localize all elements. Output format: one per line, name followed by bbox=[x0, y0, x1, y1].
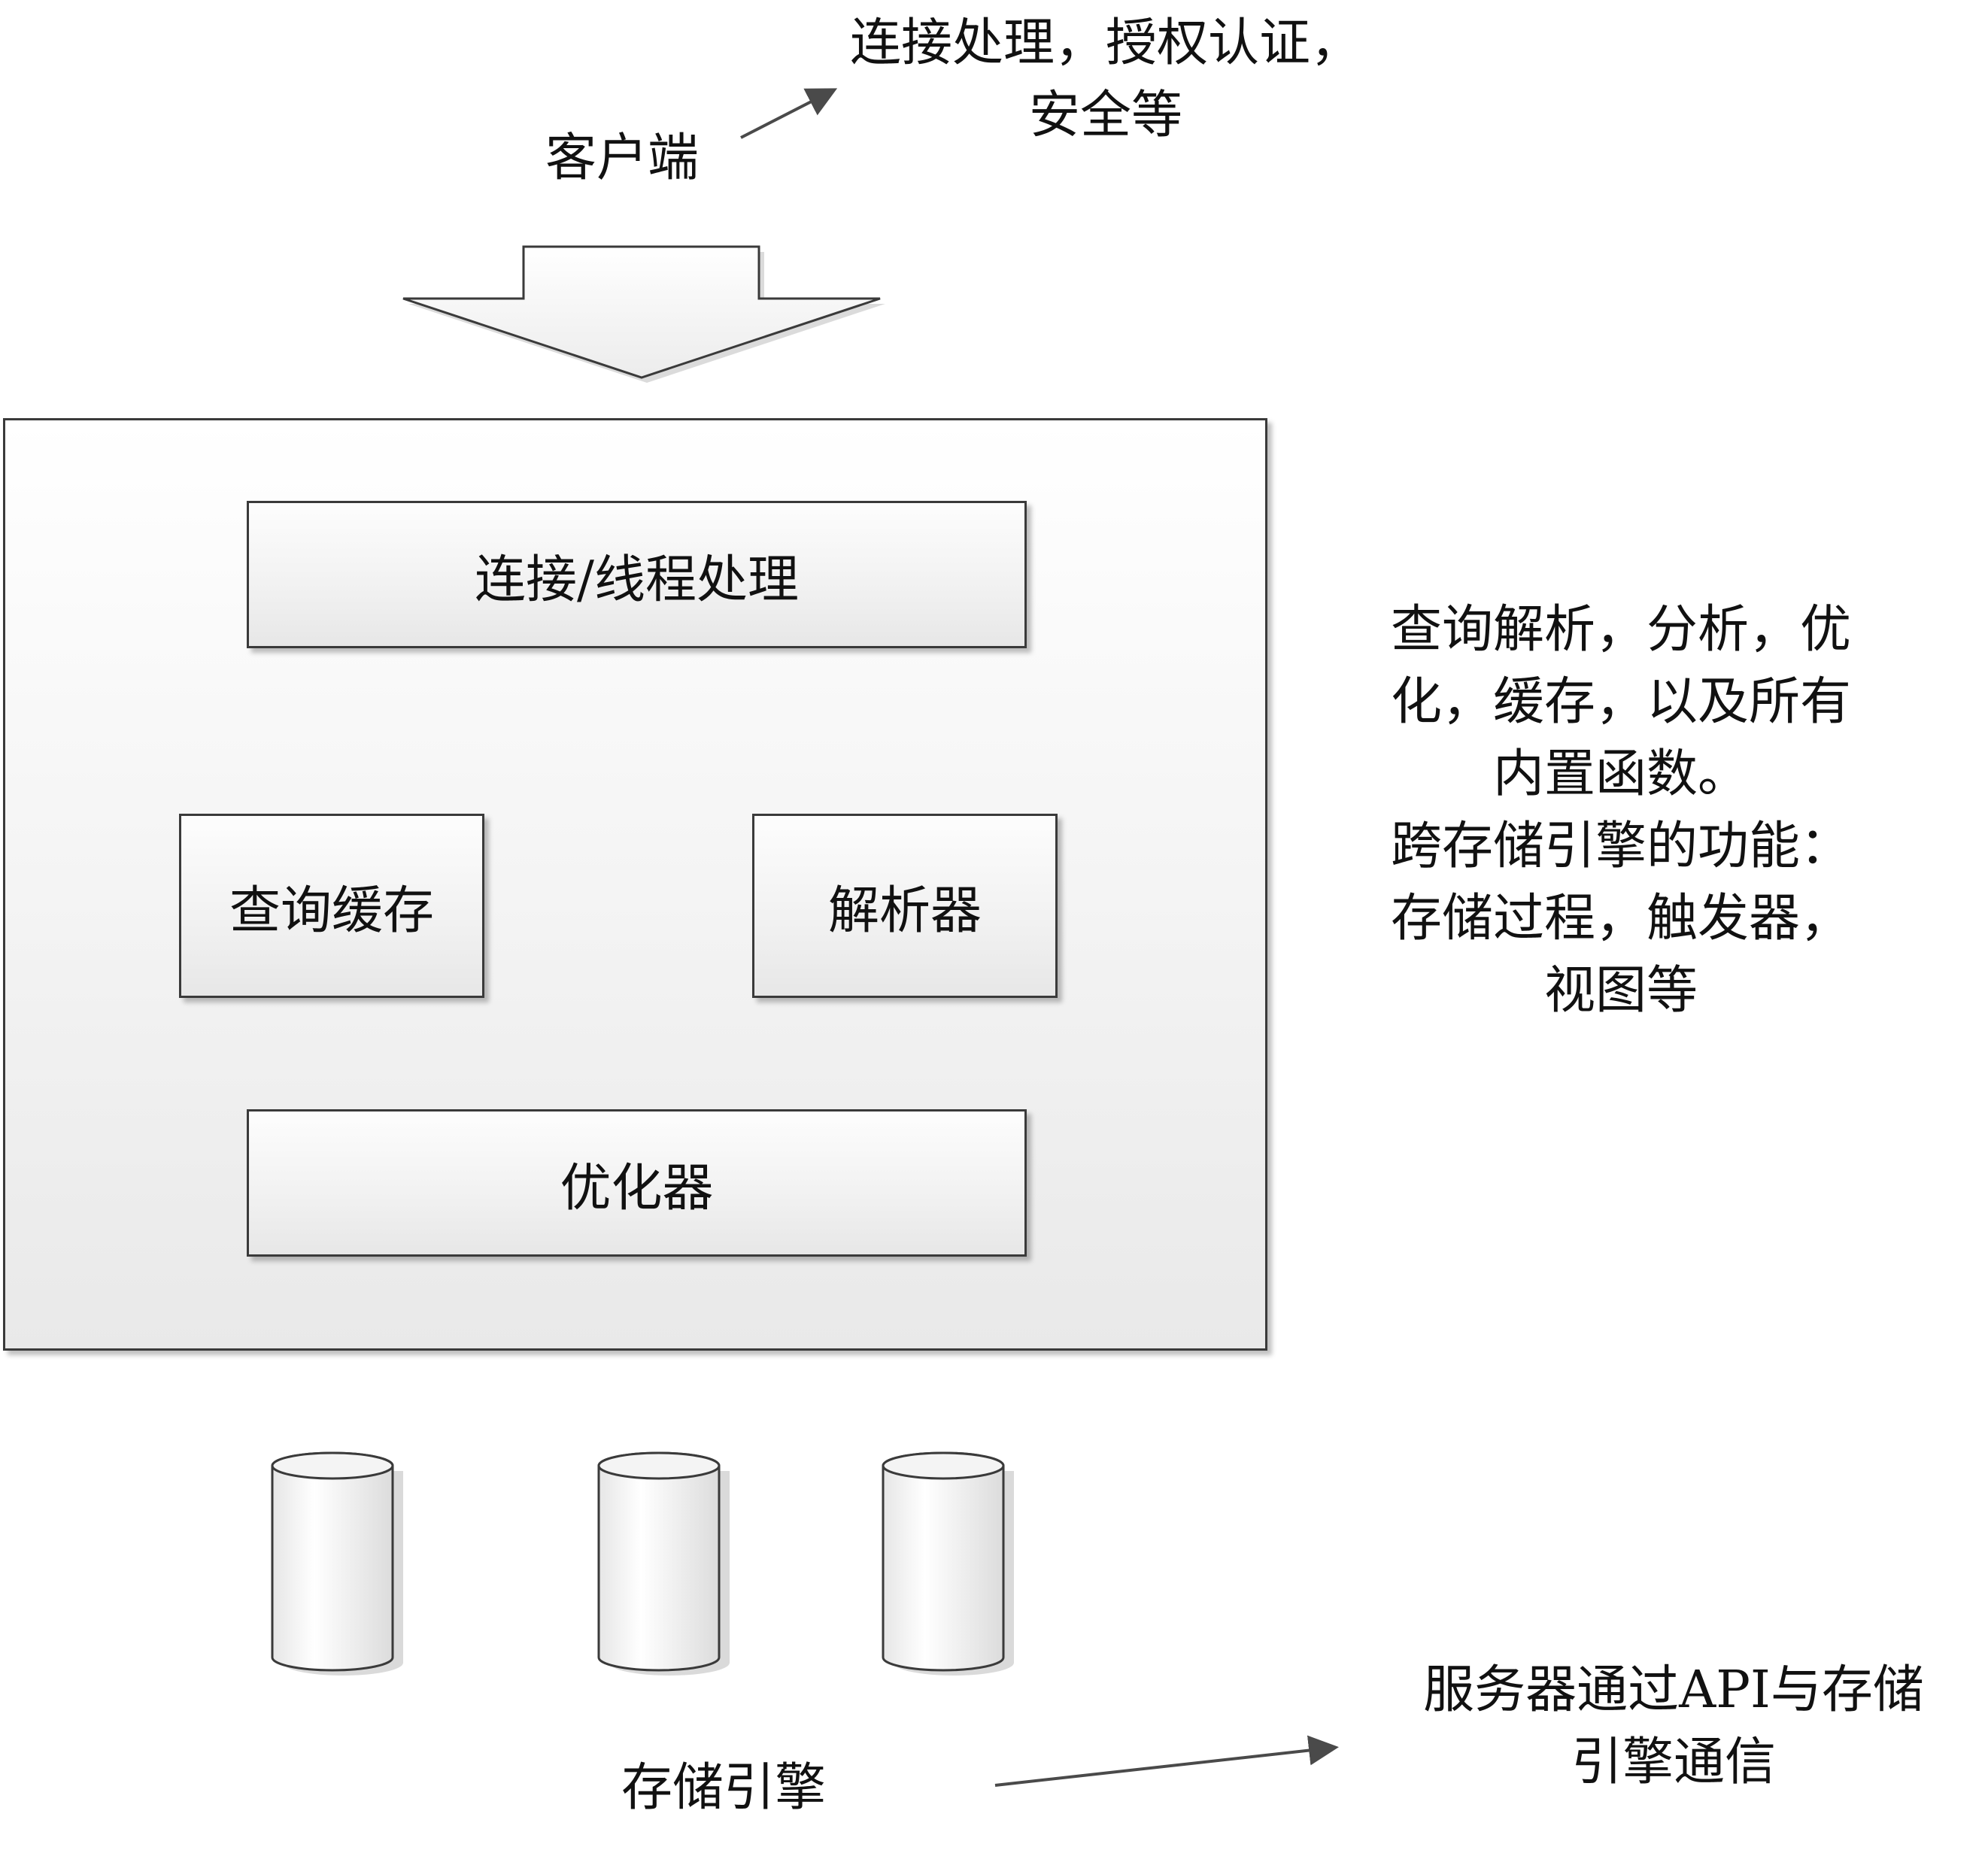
client-note: 连接处理，授权认证， 安全等 bbox=[820, 8, 1392, 152]
storage-engine-label: 存储引擎 bbox=[621, 1758, 827, 1818]
storage-note-line-1: 服务器通过API与存储 bbox=[1423, 1660, 1924, 1720]
server-note-line-6: 视图等 bbox=[1543, 961, 1698, 1021]
client-note-arrow bbox=[740, 88, 838, 139]
storage-note: 服务器通过API与存储 引擎通信 bbox=[1365, 1654, 1982, 1799]
query-cache-module: 查询缓存 bbox=[179, 814, 484, 998]
server-note: 查询解析，分析，优 化，缓存，以及所有 内置函数。 跨存储引擎的功能： 存储过程… bbox=[1339, 594, 1903, 1027]
client-note-line-2: 安全等 bbox=[1028, 86, 1182, 145]
client-label: 客户端 bbox=[545, 129, 700, 188]
server-note-line-5: 存储过程，触发器， bbox=[1390, 889, 1851, 948]
client-note-line-1: 连接处理，授权认证， bbox=[849, 14, 1361, 73]
server-note-line-4: 跨存储引擎的功能： bbox=[1390, 817, 1851, 876]
storage-note-line-2: 引擎通信 bbox=[1571, 1733, 1776, 1792]
storage-cylinder-2 bbox=[597, 1451, 730, 1676]
storage-note-arrow bbox=[994, 1735, 1339, 1787]
optimizer-module: 优化器 bbox=[247, 1109, 1027, 1257]
storage-cylinder-1 bbox=[271, 1451, 403, 1676]
flow-down-arrow-shape bbox=[402, 245, 881, 379]
parser-module: 解析器 bbox=[752, 814, 1058, 998]
storage-cylinder-3 bbox=[882, 1451, 1014, 1676]
server-note-line-2: 化，缓存，以及所有 bbox=[1390, 672, 1851, 732]
server-note-line-1: 查询解析，分析，优 bbox=[1390, 600, 1851, 660]
server-note-line-3: 内置函数。 bbox=[1492, 745, 1749, 804]
connection-thread-module: 连接/线程处理 bbox=[247, 501, 1027, 648]
